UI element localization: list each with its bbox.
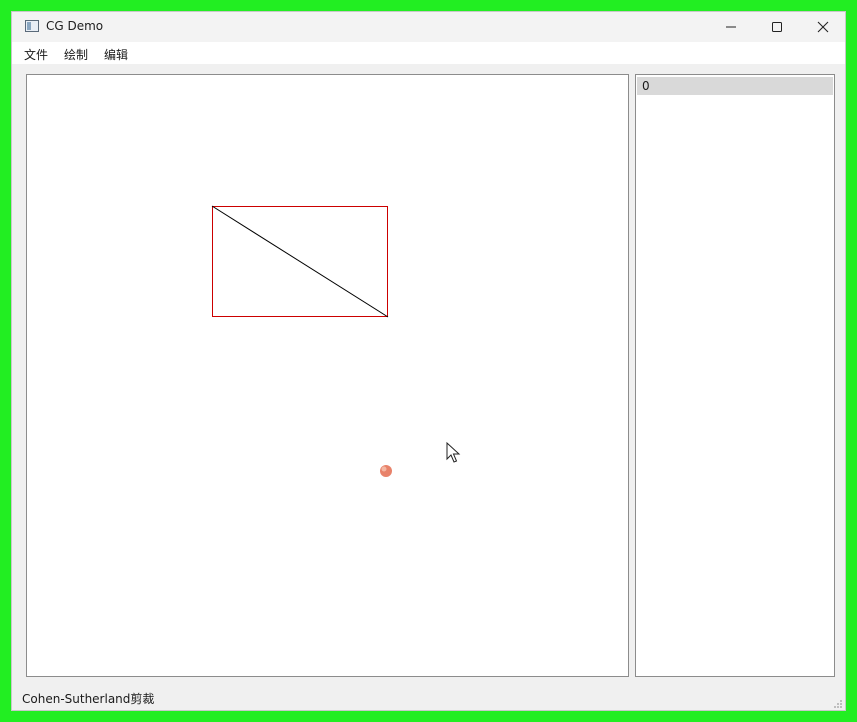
mouse-pointer-icon [446, 441, 461, 463]
canvas-drawing [211, 205, 461, 477]
close-button[interactable] [800, 12, 846, 42]
app-window: CG Demo 文件 绘制 编辑 0 Cohen-Sutherland剪裁 [11, 11, 846, 711]
menu-file[interactable]: 文件 [24, 46, 48, 63]
title-bar[interactable]: CG Demo [12, 12, 845, 42]
list-item[interactable]: 0 [637, 77, 833, 95]
maximize-button[interactable] [754, 12, 800, 42]
maximize-icon [772, 22, 782, 32]
app-window-icon [25, 20, 39, 32]
minimize-button[interactable] [708, 12, 754, 42]
status-bar: Cohen-Sutherland剪裁 [12, 685, 845, 711]
status-message: Cohen-Sutherland剪裁 [22, 692, 155, 706]
close-icon [817, 21, 829, 33]
menu-edit[interactable]: 编辑 [104, 46, 128, 63]
list-item-label: 0 [642, 79, 650, 93]
menu-draw[interactable]: 绘制 [64, 46, 88, 63]
clipped-line-segment [211, 205, 389, 318]
minimize-icon [726, 26, 736, 28]
click-marker-icon [380, 465, 392, 477]
menu-bar: 文件 绘制 编辑 [12, 42, 845, 64]
drawing-canvas[interactable] [26, 74, 629, 677]
item-list-panel[interactable]: 0 [635, 74, 835, 677]
resize-grip-icon[interactable] [833, 699, 843, 709]
window-title: CG Demo [46, 19, 104, 33]
